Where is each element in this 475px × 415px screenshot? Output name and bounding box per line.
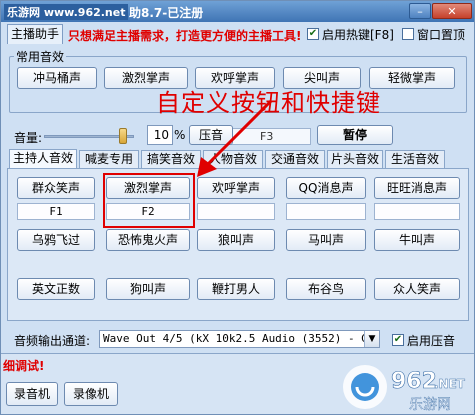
common-sounds-title: 常用音效 xyxy=(14,48,67,65)
sound-button[interactable]: 众人笑声 xyxy=(374,278,460,300)
sound-button[interactable]: 马叫声 xyxy=(286,229,366,251)
sound-button[interactable]: 乌鸦飞过 xyxy=(17,229,95,251)
hotkey-box[interactable] xyxy=(374,203,460,220)
recorder-button[interactable]: 录音机 xyxy=(6,382,58,406)
sound-button[interactable]: 牛叫声 xyxy=(374,229,460,251)
logo-suffix: .NET xyxy=(434,377,466,391)
sound-button[interactable]: 布谷鸟 xyxy=(286,278,366,300)
site-logo: 962 .NET 乐游网 xyxy=(343,365,466,413)
hotkey-box[interactable]: F1 xyxy=(17,203,95,220)
video-recorder-button[interactable]: 录像机 xyxy=(64,382,118,406)
window-title: 助8.7-已注册 xyxy=(129,6,204,20)
hotkey-box[interactable] xyxy=(286,203,366,220)
watermark-text: 乐游网 www.962.net xyxy=(4,4,129,20)
volume-input[interactable]: 10 xyxy=(147,125,173,145)
highlight-box xyxy=(103,173,195,228)
sound-button[interactable]: 鞭打男人 xyxy=(197,278,275,300)
hotkey-enable-label: 启用热键[F8] xyxy=(322,28,394,42)
logo-number: 962 xyxy=(391,369,437,394)
audio-output-label: 音频输出通道: xyxy=(14,334,91,348)
hotkey-enable-checkbox[interactable]: ✔ xyxy=(307,28,319,40)
tab-life[interactable]: 生活音效 xyxy=(385,150,445,168)
common-sound-button[interactable]: 轻微掌声 xyxy=(369,67,455,89)
volume-unit: % xyxy=(174,128,186,142)
sound-button[interactable]: 旺旺消息声 xyxy=(374,177,460,199)
tab-shout[interactable]: 喊麦专用 xyxy=(79,150,139,168)
pause-button[interactable]: 暂停 xyxy=(317,125,393,145)
compress-enable-label: 启用压音 xyxy=(407,334,456,348)
topmost-checkbox[interactable] xyxy=(402,28,414,40)
volume-label: 音量: xyxy=(14,131,43,145)
topmost-label: 窗口置顶 xyxy=(417,28,466,42)
tab-host-sounds[interactable]: 主持人音效 xyxy=(9,149,77,169)
hotkey-box[interactable] xyxy=(197,203,275,220)
sound-button[interactable]: 英文正数 xyxy=(17,278,95,300)
sound-button[interactable]: 狗叫声 xyxy=(106,278,190,300)
title-bar: 乐游网 www.962.net 助8.7-已注册 – ✕ xyxy=(1,1,474,22)
audio-output-select[interactable]: Wave Out 4/5 (kX 10k2.5 Audio (3552) - G… xyxy=(99,330,380,348)
sound-button[interactable]: 狼叫声 xyxy=(197,229,275,251)
app-window: 乐游网 www.962.net 助8.7-已注册 – ✕ 主播助手 只想满足主播… xyxy=(0,0,475,415)
logo-cn: 乐游网 xyxy=(409,397,451,413)
volume-slider-thumb[interactable] xyxy=(119,128,127,144)
sound-button[interactable]: 恐怖鬼火声 xyxy=(106,229,190,251)
sound-button[interactable]: 群众笑声 xyxy=(17,177,95,199)
annotation-arrow-icon xyxy=(197,99,273,177)
debug-label: 细调试! xyxy=(3,359,45,373)
common-sound-button[interactable]: 冲马桶声 xyxy=(17,67,97,89)
tab-intro[interactable]: 片头音效 xyxy=(327,150,383,168)
close-button[interactable]: ✕ xyxy=(432,3,472,19)
tab-main-helper[interactable]: 主播助手 xyxy=(7,24,63,44)
promo-text: 只想满足主播需求，打造更方便的主播工具! xyxy=(68,29,302,43)
chevron-down-icon[interactable]: ▼ xyxy=(364,331,379,347)
compress-enable-checkbox[interactable]: ✔ xyxy=(392,334,404,346)
minimize-button[interactable]: – xyxy=(409,3,431,19)
sound-button[interactable]: QQ消息声 xyxy=(286,177,366,199)
